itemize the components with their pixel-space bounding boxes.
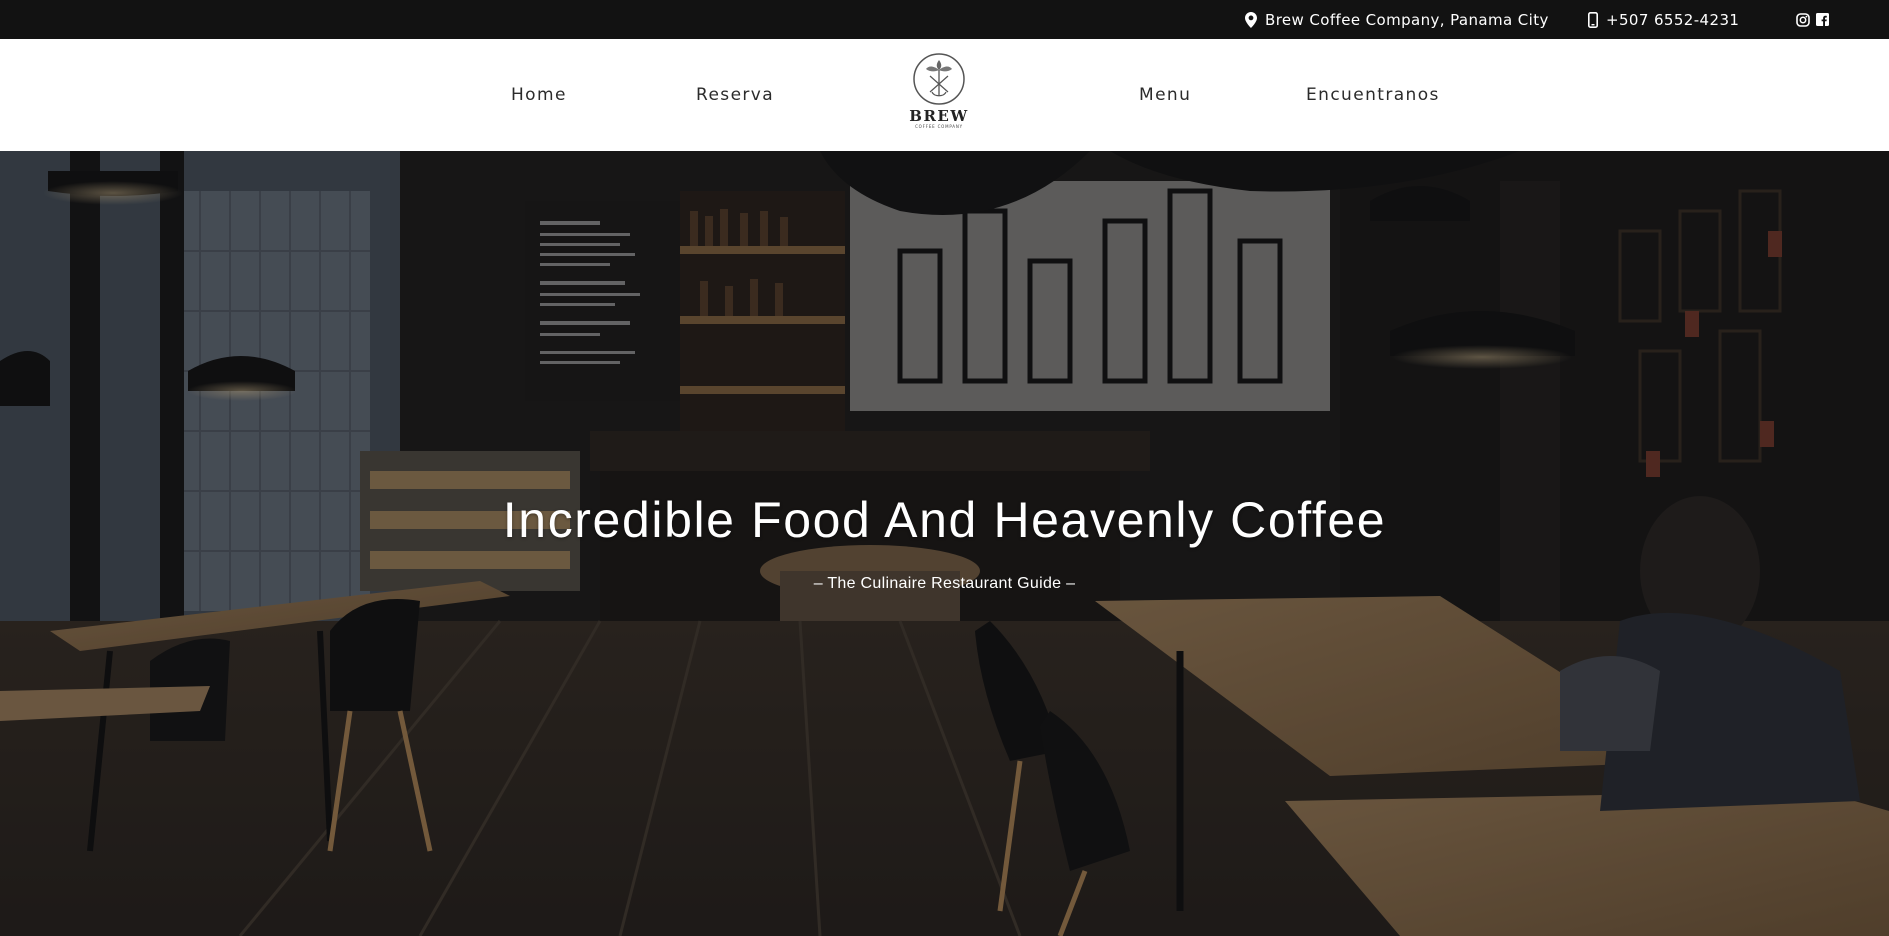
main-navigation: Home Reserva BREW COFFEE COMPANY Menu En… bbox=[0, 39, 1889, 151]
nav-item-reserva[interactable]: Reserva bbox=[696, 39, 774, 151]
phone-text: +507 6552-4231 bbox=[1606, 10, 1740, 29]
facebook-icon[interactable] bbox=[1816, 13, 1829, 26]
nav-item-home[interactable]: Home bbox=[511, 39, 567, 151]
nav-item-menu[interactable]: Menu bbox=[1139, 39, 1191, 151]
hero-subtitle: – The Culinaire Restaurant Guide – bbox=[813, 575, 1076, 592]
hero-title: Incredible Food And Heavenly Coffee bbox=[502, 492, 1387, 548]
address-link[interactable]: Brew Coffee Company, Panama City bbox=[1245, 0, 1549, 39]
map-pin-icon bbox=[1245, 11, 1257, 28]
address-text: Brew Coffee Company, Panama City bbox=[1265, 10, 1549, 29]
instagram-icon[interactable] bbox=[1796, 12, 1810, 27]
phone-link[interactable]: +507 6552-4231 bbox=[1588, 0, 1739, 39]
phone-icon bbox=[1588, 11, 1598, 28]
top-info-bar: Brew Coffee Company, Panama City +507 65… bbox=[0, 0, 1889, 39]
hero-section: Incredible Food And Heavenly Coffee – Th… bbox=[0, 151, 1889, 936]
brand-logo[interactable]: BREW COFFEE COMPANY bbox=[904, 52, 974, 142]
nav-item-encuentranos[interactable]: Encuentranos bbox=[1306, 39, 1440, 151]
logo-wordmark: BREW bbox=[909, 107, 969, 125]
social-links bbox=[1796, 0, 1829, 39]
logo-tagline: COFFEE COMPANY bbox=[915, 124, 963, 129]
coffee-plant-logo-icon bbox=[913, 53, 965, 105]
